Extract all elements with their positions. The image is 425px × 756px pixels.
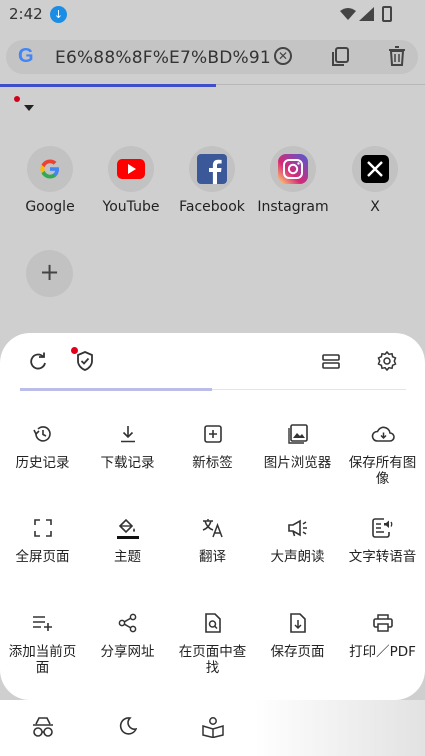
notification-dot xyxy=(71,347,78,354)
text-to-speech-icon xyxy=(371,518,392,538)
download-icon xyxy=(120,426,135,443)
menu-item-label: 大声朗读 xyxy=(270,549,325,565)
dark-mode-moon-icon[interactable] xyxy=(117,716,137,736)
facebook-icon xyxy=(189,146,235,192)
shortcut-x[interactable]: X xyxy=(335,146,415,215)
shortcut-label: Google xyxy=(25,199,75,215)
menu-item-theme[interactable]: 主题 xyxy=(85,514,170,565)
menu-item-save-page[interactable]: 保存页面 xyxy=(255,609,340,660)
fullscreen-icon xyxy=(33,519,52,537)
find-in-page-icon xyxy=(204,613,221,633)
menu-item-image-browser[interactable]: 图片浏览器 xyxy=(255,420,340,471)
chevron-down-icon xyxy=(24,105,34,111)
wifi-icon xyxy=(340,8,356,20)
menu-item-label: 在页面中查找 xyxy=(178,644,247,676)
x-logo-icon xyxy=(352,146,398,192)
battery-icon xyxy=(382,6,392,22)
shortcut-label: X xyxy=(370,199,380,215)
shortcut-instagram[interactable]: Instagram xyxy=(253,146,333,215)
history-icon xyxy=(32,426,51,442)
youtube-icon xyxy=(108,146,154,192)
shortcut-google[interactable]: Google xyxy=(10,146,90,215)
image-icon xyxy=(287,424,308,444)
megaphone-icon xyxy=(287,519,307,537)
menu-item-label: 下载记录 xyxy=(100,455,155,471)
menu-item-label: 历史记录 xyxy=(15,455,70,471)
share-icon xyxy=(118,613,136,633)
shortcut-label: Facebook xyxy=(179,199,245,215)
paint-bucket-icon xyxy=(116,518,139,539)
shortcut-youtube[interactable]: YouTube xyxy=(91,146,171,215)
url-text[interactable]: E6%88%8F%E7%BD%91 xyxy=(55,48,271,68)
menu-item-label: 主题 xyxy=(114,549,141,565)
menu-item-label: 添加当前页面 xyxy=(8,644,77,676)
browser-menu-sheet: 历史记录 下载记录 新标签 图片浏览器 保存所有图像 全屏页面 主题 翻译 大声… xyxy=(0,333,425,700)
google-logo-icon: G xyxy=(18,45,34,67)
engine-selector[interactable] xyxy=(14,96,38,114)
cloud-download-icon xyxy=(371,426,395,442)
menu-item-history[interactable]: 历史记录 xyxy=(0,420,85,471)
bottom-toolbar xyxy=(0,700,425,756)
menu-item-add-current-page[interactable]: 添加当前页面 xyxy=(0,609,85,676)
save-page-icon xyxy=(289,613,306,633)
google-icon xyxy=(27,146,73,192)
status-bar: 2:42 ↓ xyxy=(0,0,425,30)
page-load-progress xyxy=(0,84,216,87)
menu-item-save-all-images[interactable]: 保存所有图像 xyxy=(340,420,425,487)
menu-item-label: 打印／PDF xyxy=(349,644,416,660)
download-notification-icon: ↓ xyxy=(50,6,67,23)
menu-item-label: 分享网址 xyxy=(100,644,155,660)
menu-item-label: 全屏页面 xyxy=(15,549,70,565)
clear-url-icon[interactable]: ✕ xyxy=(274,47,292,65)
plus-icon: + xyxy=(39,258,60,286)
address-bar[interactable]: G E6%88%8F%E7%BD%91 ✕ xyxy=(6,40,418,74)
menu-item-label: 文字转语音 xyxy=(348,549,417,565)
menu-item-downloads[interactable]: 下载记录 xyxy=(85,420,170,471)
menu-item-new-tab[interactable]: 新标签 xyxy=(170,420,255,471)
menu-tab-indicator xyxy=(20,388,212,391)
print-icon xyxy=(372,614,393,632)
trash-icon[interactable] xyxy=(388,46,406,66)
add-shortcut-button[interactable]: + xyxy=(26,250,73,297)
status-time: 2:42 xyxy=(9,5,43,23)
playlist-add-icon xyxy=(32,616,52,631)
menu-item-fullscreen[interactable]: 全屏页面 xyxy=(0,514,85,565)
menu-item-label: 图片浏览器 xyxy=(263,455,332,471)
settings-gear-icon[interactable] xyxy=(377,351,397,371)
menu-item-read-aloud[interactable]: 大声朗读 xyxy=(255,514,340,565)
menu-item-text-to-speech[interactable]: 文字转语音 xyxy=(340,514,425,565)
shortcut-label: Instagram xyxy=(257,199,329,215)
view-agenda-icon[interactable] xyxy=(322,354,340,369)
menu-item-label: 保存页面 xyxy=(270,644,325,660)
new-tab-icon xyxy=(203,425,222,443)
instagram-icon xyxy=(270,146,316,192)
menu-item-label: 翻译 xyxy=(199,549,226,565)
shortcut-label: YouTube xyxy=(102,199,160,215)
reader-mode-icon[interactable] xyxy=(202,716,224,738)
shield-check-icon[interactable] xyxy=(76,351,94,371)
shortcut-facebook[interactable]: Facebook xyxy=(172,146,252,215)
refresh-icon[interactable] xyxy=(29,352,47,370)
cell-signal-icon xyxy=(359,7,374,21)
incognito-icon[interactable] xyxy=(31,716,55,738)
notification-dot xyxy=(14,96,20,102)
menu-item-share-url[interactable]: 分享网址 xyxy=(85,609,170,660)
menu-item-print-pdf[interactable]: 打印／PDF xyxy=(340,609,425,660)
menu-item-translate[interactable]: 翻译 xyxy=(170,514,255,565)
menu-item-label: 新标签 xyxy=(192,455,233,471)
menu-item-find-in-page[interactable]: 在页面中查找 xyxy=(170,609,255,676)
translate-icon xyxy=(202,519,223,538)
tabs-icon[interactable] xyxy=(332,47,350,67)
menu-item-label: 保存所有图像 xyxy=(348,455,417,487)
